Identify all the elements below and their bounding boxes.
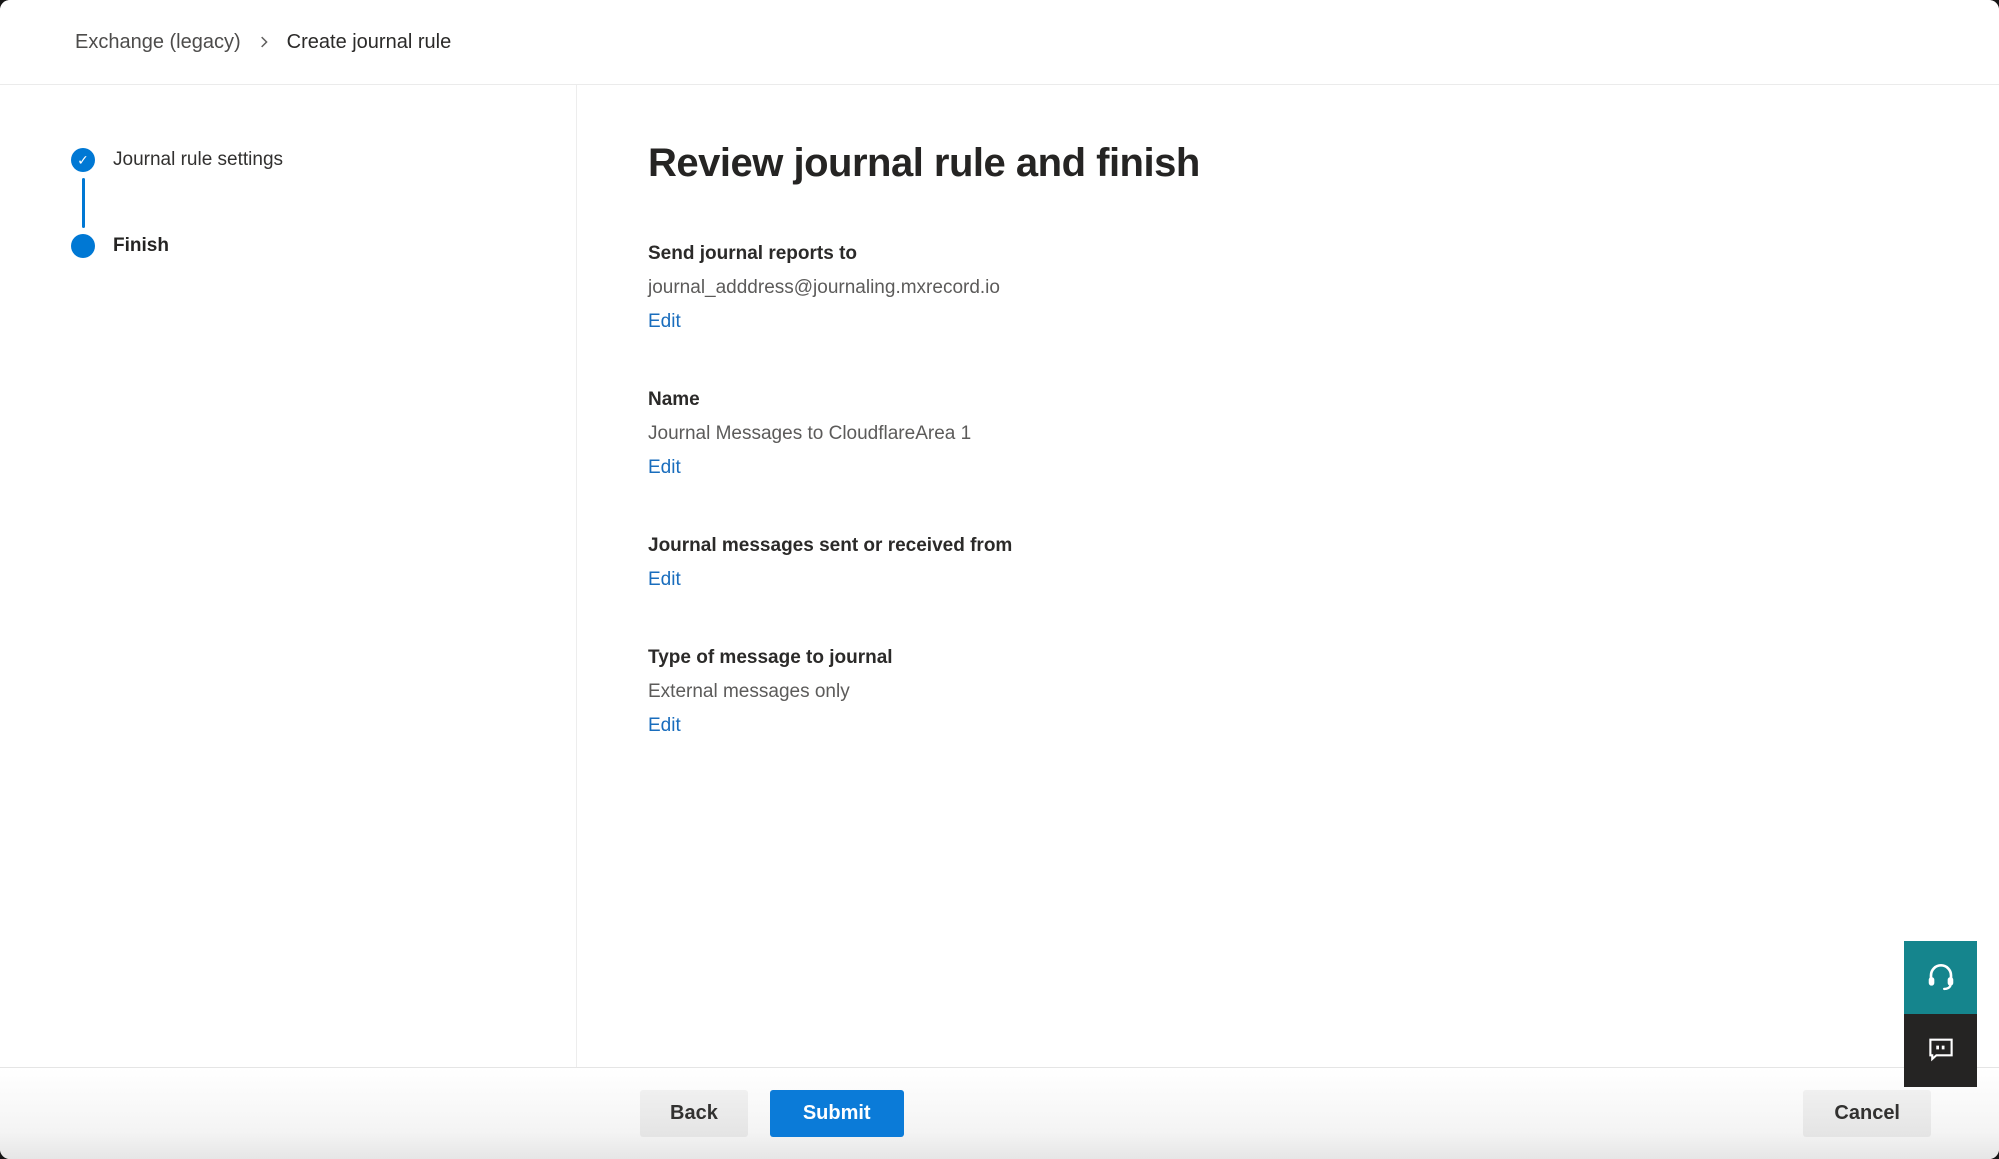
- breadcrumb-link-exchange-legacy[interactable]: Exchange (legacy): [75, 31, 241, 54]
- action-bar: Back Submit Cancel: [0, 1067, 1999, 1159]
- section-send-journal-reports-to: Send journal reports to journal_adddress…: [648, 237, 1999, 339]
- wizard-step-label: Journal rule settings: [113, 149, 283, 171]
- section-name: Name Journal Messages to CloudflareArea …: [648, 383, 1999, 485]
- edit-send-journal-reports-link[interactable]: Edit: [648, 305, 681, 339]
- section-label: Journal messages sent or received from: [648, 529, 1999, 563]
- edit-journal-messages-scope-link[interactable]: Edit: [648, 563, 681, 597]
- section-value: External messages only: [648, 675, 1999, 709]
- breadcrumb-current: Create journal rule: [287, 31, 452, 54]
- wizard-steps-sidebar: ✓ Journal rule settings Finish: [0, 85, 577, 1067]
- feedback-button[interactable]: [1904, 1014, 1977, 1087]
- cancel-button[interactable]: Cancel: [1803, 1090, 1931, 1137]
- section-label: Type of message to journal: [648, 641, 1999, 675]
- step-connector-line: [82, 178, 85, 228]
- wizard-step-label: Finish: [113, 235, 169, 257]
- section-value: Journal Messages to CloudflareArea 1: [648, 417, 1999, 451]
- exchange-admin-window: Exchange (legacy) Create journal rule ✓ …: [0, 0, 1999, 1159]
- back-button[interactable]: Back: [640, 1090, 748, 1137]
- step-completed-circle: ✓: [71, 148, 95, 172]
- wizard-step-journal-rule-settings[interactable]: ✓ Journal rule settings: [71, 148, 576, 172]
- floating-button-stack: [1904, 941, 1977, 1087]
- edit-name-link[interactable]: Edit: [648, 451, 681, 485]
- section-label: Send journal reports to: [648, 237, 1999, 271]
- breadcrumb: Exchange (legacy) Create journal rule: [0, 0, 1999, 85]
- wizard-step-finish[interactable]: Finish: [71, 234, 576, 258]
- section-message-type: Type of message to journal External mess…: [648, 641, 1999, 743]
- step-current-circle: [71, 234, 95, 258]
- edit-message-type-link[interactable]: Edit: [648, 709, 681, 743]
- feedback-bubble-icon: [1926, 1034, 1956, 1067]
- section-label: Name: [648, 383, 1999, 417]
- content-row: ✓ Journal rule settings Finish Review jo…: [0, 85, 1999, 1067]
- submit-button[interactable]: Submit: [770, 1090, 904, 1137]
- section-value: journal_adddress@journaling.mxrecord.io: [648, 271, 1999, 305]
- check-icon: ✓: [77, 153, 89, 167]
- page-title: Review journal rule and finish: [648, 141, 1999, 185]
- chevron-right-icon: [257, 35, 271, 49]
- help-support-button[interactable]: [1904, 941, 1977, 1014]
- section-journal-messages-scope: Journal messages sent or received from E…: [648, 529, 1999, 597]
- headset-icon: [1925, 960, 1957, 995]
- review-panel: Review journal rule and finish Send jour…: [577, 85, 1999, 1067]
